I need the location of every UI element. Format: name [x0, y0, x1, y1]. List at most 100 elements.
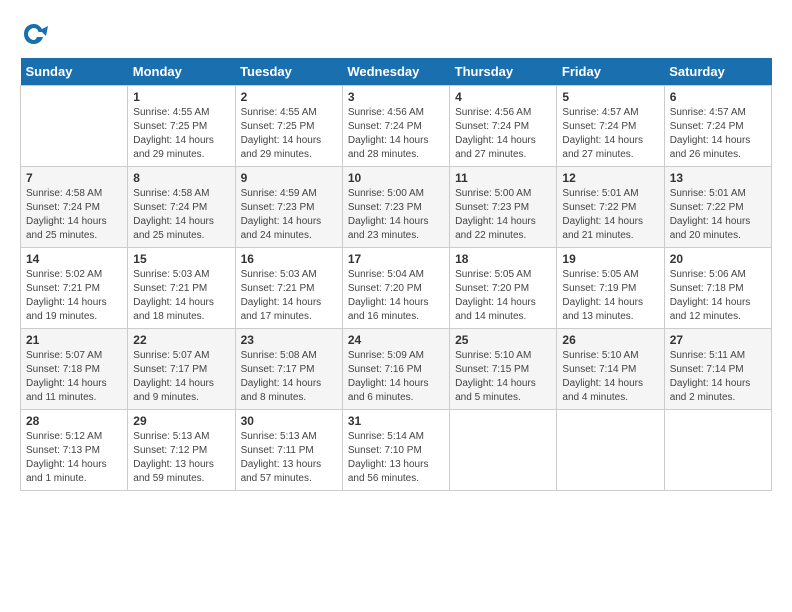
calendar-cell: 17 Sunrise: 5:04 AM Sunset: 7:20 PM Dayli…	[342, 248, 449, 329]
calendar-cell: 10 Sunrise: 5:00 AM Sunset: 7:23 PM Dayli…	[342, 167, 449, 248]
calendar-cell: 25 Sunrise: 5:10 AM Sunset: 7:15 PM Dayli…	[450, 329, 557, 410]
day-header-sunday: Sunday	[21, 58, 128, 86]
calendar-cell: 18 Sunrise: 5:05 AM Sunset: 7:20 PM Dayli…	[450, 248, 557, 329]
day-header-wednesday: Wednesday	[342, 58, 449, 86]
day-number: 15	[133, 252, 229, 266]
day-number: 27	[670, 333, 766, 347]
calendar-week-row: 21 Sunrise: 5:07 AM Sunset: 7:18 PM Dayli…	[21, 329, 772, 410]
calendar-table: SundayMondayTuesdayWednesdayThursdayFrid…	[20, 58, 772, 491]
day-number: 2	[241, 90, 337, 104]
calendar-cell: 29 Sunrise: 5:13 AM Sunset: 7:12 PM Dayli…	[128, 410, 235, 491]
cell-content: Sunrise: 5:00 AM Sunset: 7:23 PM Dayligh…	[455, 187, 551, 243]
calendar-cell: 19Sunrise: 5:05 AM Sunset: 7:19 PM Dayli…	[557, 248, 664, 329]
calendar-cell: 6 Sunrise: 4:57 AM Sunset: 7:24 PM Daylig…	[664, 86, 771, 167]
logo-icon	[20, 20, 48, 48]
calendar-cell: 15 Sunrise: 5:03 AM Sunset: 7:21 PM Dayli…	[128, 248, 235, 329]
day-number: 6	[670, 90, 766, 104]
cell-content: Sunrise: 4:55 AM Sunset: 7:25 PM Dayligh…	[241, 106, 337, 162]
calendar-cell: 12 Sunrise: 5:01 AM Sunset: 7:22 PM Dayli…	[557, 167, 664, 248]
cell-content: Sunrise: 5:02 AM Sunset: 7:21 PM Dayligh…	[26, 268, 122, 324]
calendar-cell: 21 Sunrise: 5:07 AM Sunset: 7:18 PM Dayli…	[21, 329, 128, 410]
day-number: 17	[348, 252, 444, 266]
day-number: 25	[455, 333, 551, 347]
day-number: 12	[562, 171, 658, 185]
day-number: 20	[670, 252, 766, 266]
day-number: 23	[241, 333, 337, 347]
day-header-monday: Monday	[128, 58, 235, 86]
cell-content: Sunrise: 5:12 AM Sunset: 7:13 PM Dayligh…	[26, 430, 122, 486]
calendar-week-row: 28 Sunrise: 5:12 AM Sunset: 7:13 PM Dayli…	[21, 410, 772, 491]
calendar-cell	[450, 410, 557, 491]
cell-content: Sunrise: 5:05 AM Sunset: 7:20 PM Dayligh…	[455, 268, 551, 324]
cell-content: Sunrise: 4:55 AM Sunset: 7:25 PM Dayligh…	[133, 106, 229, 162]
day-number: 21	[26, 333, 122, 347]
day-number: 5	[562, 90, 658, 104]
day-number: 19	[562, 252, 658, 266]
calendar-cell	[664, 410, 771, 491]
cell-content: Sunrise: 5:00 AM Sunset: 7:23 PM Dayligh…	[348, 187, 444, 243]
cell-content: Sunrise: 5:10 AM Sunset: 7:15 PM Dayligh…	[455, 349, 551, 405]
calendar-cell: 11 Sunrise: 5:00 AM Sunset: 7:23 PM Dayli…	[450, 167, 557, 248]
calendar-cell	[557, 410, 664, 491]
cell-content: Sunrise: 5:14 AM Sunset: 7:10 PM Dayligh…	[348, 430, 444, 486]
calendar-cell: 14 Sunrise: 5:02 AM Sunset: 7:21 PM Dayli…	[21, 248, 128, 329]
cell-content: Sunrise: 5:01 AM Sunset: 7:22 PM Dayligh…	[562, 187, 658, 243]
day-number: 29	[133, 414, 229, 428]
calendar-cell: 27 Sunrise: 5:11 AM Sunset: 7:14 PM Dayli…	[664, 329, 771, 410]
cell-content: Sunrise: 4:58 AM Sunset: 7:24 PM Dayligh…	[26, 187, 122, 243]
cell-content: Sunrise: 5:13 AM Sunset: 7:11 PM Dayligh…	[241, 430, 337, 486]
calendar-cell: 24 Sunrise: 5:09 AM Sunset: 7:16 PM Dayli…	[342, 329, 449, 410]
calendar-cell: 5Sunrise: 4:57 AM Sunset: 7:24 PM Daylig…	[557, 86, 664, 167]
cell-content: Sunrise: 5:10 AM Sunset: 7:14 PM Dayligh…	[562, 349, 658, 405]
day-number: 7	[26, 171, 122, 185]
cell-content: Sunrise: 4:56 AM Sunset: 7:24 PM Dayligh…	[455, 106, 551, 162]
day-number: 14	[26, 252, 122, 266]
cell-content: Sunrise: 5:07 AM Sunset: 7:18 PM Dayligh…	[26, 349, 122, 405]
cell-content: Sunrise: 5:04 AM Sunset: 7:20 PM Dayligh…	[348, 268, 444, 324]
cell-content: Sunrise: 4:59 AM Sunset: 7:23 PM Dayligh…	[241, 187, 337, 243]
calendar-week-row: 1 Sunrise: 4:55 AM Sunset: 7:25 PM Daylig…	[21, 86, 772, 167]
calendar-cell: 13Sunrise: 5:01 AM Sunset: 7:22 PM Dayli…	[664, 167, 771, 248]
day-header-friday: Friday	[557, 58, 664, 86]
cell-content: Sunrise: 5:03 AM Sunset: 7:21 PM Dayligh…	[133, 268, 229, 324]
day-number: 3	[348, 90, 444, 104]
calendar-cell: 28 Sunrise: 5:12 AM Sunset: 7:13 PM Dayli…	[21, 410, 128, 491]
calendar-cell: 26 Sunrise: 5:10 AM Sunset: 7:14 PM Dayli…	[557, 329, 664, 410]
day-header-saturday: Saturday	[664, 58, 771, 86]
cell-content: Sunrise: 5:08 AM Sunset: 7:17 PM Dayligh…	[241, 349, 337, 405]
cell-content: Sunrise: 5:13 AM Sunset: 7:12 PM Dayligh…	[133, 430, 229, 486]
calendar-cell: 7 Sunrise: 4:58 AM Sunset: 7:24 PM Daylig…	[21, 167, 128, 248]
logo	[20, 20, 52, 48]
day-number: 18	[455, 252, 551, 266]
cell-content: Sunrise: 4:56 AM Sunset: 7:24 PM Dayligh…	[348, 106, 444, 162]
cell-content: Sunrise: 5:11 AM Sunset: 7:14 PM Dayligh…	[670, 349, 766, 405]
day-number: 10	[348, 171, 444, 185]
day-number: 1	[133, 90, 229, 104]
cell-content: Sunrise: 5:09 AM Sunset: 7:16 PM Dayligh…	[348, 349, 444, 405]
day-number: 8	[133, 171, 229, 185]
calendar-cell: 23 Sunrise: 5:08 AM Sunset: 7:17 PM Dayli…	[235, 329, 342, 410]
calendar-cell: 3 Sunrise: 4:56 AM Sunset: 7:24 PM Daylig…	[342, 86, 449, 167]
cell-content: Sunrise: 4:57 AM Sunset: 7:24 PM Dayligh…	[670, 106, 766, 162]
calendar-cell: 2 Sunrise: 4:55 AM Sunset: 7:25 PM Daylig…	[235, 86, 342, 167]
day-header-thursday: Thursday	[450, 58, 557, 86]
calendar-cell: 16Sunrise: 5:03 AM Sunset: 7:21 PM Dayli…	[235, 248, 342, 329]
cell-content: Sunrise: 5:07 AM Sunset: 7:17 PM Dayligh…	[133, 349, 229, 405]
day-number: 4	[455, 90, 551, 104]
calendar-header-row: SundayMondayTuesdayWednesdayThursdayFrid…	[21, 58, 772, 86]
day-number: 26	[562, 333, 658, 347]
day-number: 30	[241, 414, 337, 428]
calendar-week-row: 7 Sunrise: 4:58 AM Sunset: 7:24 PM Daylig…	[21, 167, 772, 248]
day-number: 28	[26, 414, 122, 428]
calendar-cell: 1 Sunrise: 4:55 AM Sunset: 7:25 PM Daylig…	[128, 86, 235, 167]
calendar-cell: 20Sunrise: 5:06 AM Sunset: 7:18 PM Dayli…	[664, 248, 771, 329]
day-number: 24	[348, 333, 444, 347]
calendar-week-row: 14 Sunrise: 5:02 AM Sunset: 7:21 PM Dayli…	[21, 248, 772, 329]
calendar-cell: 4 Sunrise: 4:56 AM Sunset: 7:24 PM Daylig…	[450, 86, 557, 167]
calendar-cell: 22Sunrise: 5:07 AM Sunset: 7:17 PM Dayli…	[128, 329, 235, 410]
cell-content: Sunrise: 4:58 AM Sunset: 7:24 PM Dayligh…	[133, 187, 229, 243]
day-number: 11	[455, 171, 551, 185]
day-header-tuesday: Tuesday	[235, 58, 342, 86]
calendar-cell: 31 Sunrise: 5:14 AM Sunset: 7:10 PM Dayli…	[342, 410, 449, 491]
day-number: 31	[348, 414, 444, 428]
